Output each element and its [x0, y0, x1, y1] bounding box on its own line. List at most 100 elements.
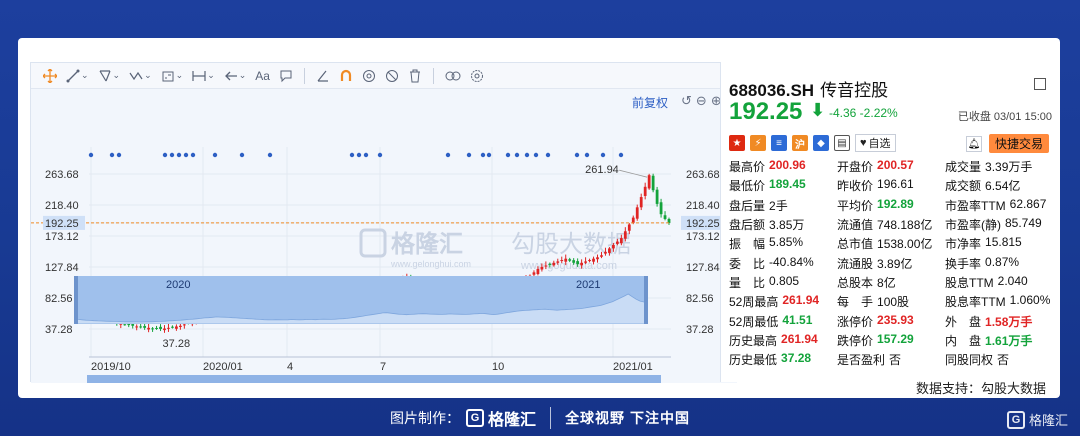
quote-icon-row: ★ ⚡ ≡ 沪 ◆ ▤ ♥ 自选: [729, 134, 896, 152]
settings-icon[interactable]: [466, 65, 488, 87]
event-marker: [600, 152, 606, 158]
quote-cell: 是否盈利否: [837, 351, 945, 368]
quote-value: 0.805: [769, 273, 800, 288]
quote-value: 200.57: [877, 158, 914, 173]
event-marker: [480, 152, 486, 158]
quote-label: 流通值: [837, 218, 874, 233]
navigator-bar: [87, 375, 661, 383]
event-marker: [545, 152, 551, 158]
quote-row: 量 比 0.805 总股本 8亿 股息TTM 2.040: [729, 273, 1059, 292]
candle-body: [556, 261, 560, 263]
y-tick-label: 127.84: [686, 262, 720, 274]
candle-body: [604, 251, 607, 254]
event-marker: [349, 152, 355, 158]
quote-cell: 委 比 -40.84%: [729, 255, 837, 272]
favorite-button[interactable]: ♥ 自选: [855, 134, 896, 152]
quote-label: 52周最低: [729, 314, 779, 329]
candle-body: [552, 262, 556, 266]
quote-label: 盘后额: [729, 218, 766, 233]
candle-body: [548, 263, 552, 265]
quote-label: 股息率TTM: [945, 295, 1006, 310]
event-marker: [486, 152, 492, 158]
fib-icon[interactable]: ⌄: [94, 65, 125, 87]
quote-value: 否: [889, 353, 902, 368]
trash-icon[interactable]: [404, 65, 426, 87]
quote-cell: 最高价 200.96: [729, 158, 837, 175]
lightning-icon[interactable]: ⚡: [750, 135, 766, 151]
corner-logo: G 格隆汇: [1006, 410, 1068, 429]
candlestick-chart[interactable]: 格隆汇 勾股大数据www.gelonghui.com www.gogudata.co…: [31, 89, 737, 383]
quote-value: 41.51: [782, 312, 813, 327]
quick-trade-button[interactable]: 快捷交易: [989, 134, 1050, 153]
event-marker: [584, 152, 590, 158]
quote-row: 最高价 200.96 开盘价 200.57 成交量 3.39万手: [729, 157, 1059, 176]
quote-cell: 外 盘 1.58万手: [945, 313, 1059, 330]
zoom-out-icon[interactable]: ⊖: [696, 94, 707, 108]
y-tick-label: 192.25: [45, 218, 79, 230]
undo-icon[interactable]: ↺: [681, 94, 692, 108]
text-icon[interactable]: Aa: [251, 65, 274, 87]
tag-icon[interactable]: ◆: [813, 135, 829, 151]
angle-icon[interactable]: [312, 65, 334, 87]
eye-icon[interactable]: [358, 65, 380, 87]
quote-cell: 总股本 8亿: [837, 274, 945, 291]
navigator-handle-left: [74, 276, 78, 324]
magnet-icon[interactable]: [335, 65, 357, 87]
candle-body: [584, 261, 587, 263]
quote-value: 196.61: [877, 177, 914, 192]
navigator[interactable]: 2020 2021: [74, 276, 648, 324]
quote-cell: 成交量 3.39万手: [945, 158, 1059, 175]
quote-value: -40.84%: [769, 254, 814, 269]
stock-name: 传音控股: [820, 81, 889, 100]
measure-icon[interactable]: ⌄: [188, 65, 219, 87]
event-marker: [514, 152, 520, 158]
crosshair-icon[interactable]: [39, 65, 61, 87]
event-marker: [88, 152, 94, 158]
quote-cell: 同股同权否: [945, 351, 1059, 368]
arrow-icon[interactable]: ⌄: [220, 65, 251, 87]
quote-value: 1.060%: [1009, 293, 1051, 308]
candle-body: [588, 260, 591, 262]
quote-label: 总股本: [837, 275, 874, 290]
candle-body: [619, 238, 623, 244]
corner-brand: 格隆汇: [1028, 413, 1068, 428]
line-icon[interactable]: ⌄: [62, 65, 93, 87]
x-tick-label: 2020/01: [203, 361, 243, 373]
minimize-icon[interactable]: [1034, 78, 1046, 90]
candle-body: [178, 325, 182, 328]
sh-icon[interactable]: 沪: [792, 135, 808, 151]
quote-cell: 52周最低 41.51: [729, 313, 837, 330]
rect-tool-icon[interactable]: ⌄: [157, 65, 188, 87]
candle-body: [139, 326, 143, 328]
g-logo-icon: G: [466, 409, 485, 427]
quote-label: 跌停价: [837, 333, 874, 348]
link-icon[interactable]: [441, 65, 465, 87]
polyline-icon[interactable]: ⌄: [125, 65, 156, 87]
toolbar-divider: [303, 67, 305, 84]
quote-row: 52周最低 41.51 涨停价 235.93 外 盘 1.58万手: [729, 311, 1059, 330]
china-flag-icon[interactable]: ★: [729, 135, 745, 151]
hide-icon[interactable]: [381, 65, 403, 87]
candle-body: [659, 202, 663, 215]
quote-cell: 成交额 6.54亿: [945, 177, 1059, 194]
comment-icon[interactable]: [275, 65, 297, 87]
quote-value: 6.54亿: [985, 179, 1021, 194]
candle-body: [163, 328, 166, 331]
database-icon[interactable]: ≡: [771, 135, 787, 151]
doc-icon[interactable]: ▤: [834, 135, 850, 151]
quote-label: 每 手: [837, 295, 874, 310]
watermark-brand: 格隆汇: [391, 230, 463, 258]
y-tick-label: 173.12: [45, 231, 79, 243]
candle-body: [576, 261, 580, 265]
quote-value: 3.39万手: [985, 160, 1033, 175]
footer-brand: 格隆汇: [488, 412, 537, 429]
event-marker: [183, 152, 189, 158]
adjust-mode-button[interactable]: 前复权: [632, 94, 668, 111]
quote-cell: 盘后额 3.85万: [729, 216, 837, 233]
navigator-label: 2021: [576, 279, 600, 291]
quote-cell: 52周最高 261.94: [729, 293, 837, 310]
quote-value: 1538.00亿: [877, 237, 933, 252]
quote-label: 历史最高: [729, 333, 778, 348]
bell-icon[interactable]: 🔔︎: [966, 136, 982, 152]
quote-label: 盘后量: [729, 198, 766, 213]
